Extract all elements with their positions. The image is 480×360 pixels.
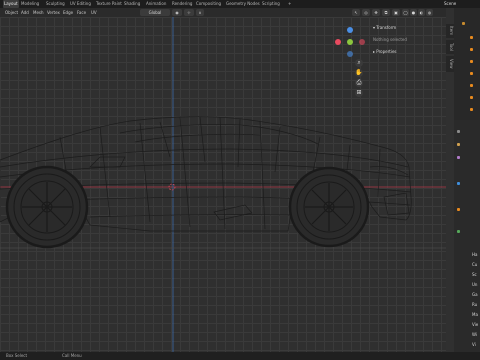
viewport-header: Object Add Mesh Vertex Edge Face UV Glob… (0, 8, 446, 17)
selectability-icon[interactable]: ↖ (352, 9, 360, 16)
menu-object[interactable]: Object (5, 8, 18, 17)
sidebar-tab-tool[interactable]: Tool (446, 40, 454, 54)
tab-uv-editing[interactable]: UV Editing (70, 0, 91, 8)
neg-x-axis-gizmo[interactable] (359, 39, 365, 45)
status-bar: Box Select Call Menu (0, 352, 480, 360)
tab-shading[interactable]: Shading (124, 0, 140, 8)
xray-icon[interactable]: ▣ (392, 9, 400, 16)
sidebar-tab-view[interactable]: View (446, 56, 454, 72)
prop-row[interactable]: Ha (472, 252, 477, 257)
object-icon[interactable] (470, 60, 473, 63)
gizmo-toggle-icon[interactable]: ✥ (372, 9, 380, 16)
3d-viewport[interactable]: ▾ Transform Nothing selected ▸ Propertie… (0, 17, 446, 352)
overlays-icon[interactable]: ⧉ (382, 9, 390, 16)
transform-orientation-dropdown[interactable]: Global (140, 9, 170, 16)
prop-row[interactable]: Vi (472, 342, 476, 347)
rear-wheel (5, 165, 89, 249)
tab-rendering[interactable]: Rendering (172, 0, 192, 8)
output-tab-icon[interactable] (457, 156, 460, 159)
y-axis-gizmo[interactable] (347, 39, 353, 45)
z-axis-gizmo[interactable] (347, 27, 353, 33)
hand-icon[interactable]: ✋ (355, 69, 363, 77)
prop-row[interactable]: Vie (472, 322, 478, 327)
transform-panel-note: Nothing selected (373, 37, 407, 42)
workspace-tabbar: Layout Modeling Sculpting UV Editing Tex… (0, 0, 480, 8)
collection-icon[interactable] (462, 22, 465, 25)
tab-compositing[interactable]: Compositing (196, 0, 221, 8)
prop-row[interactable]: Ma (472, 312, 478, 317)
menu-vertex[interactable]: Vertex (47, 8, 60, 17)
shading-material-icon[interactable]: ◐ (418, 9, 425, 16)
object-tab-icon[interactable] (457, 208, 460, 211)
menu-mesh[interactable]: Mesh (33, 8, 44, 17)
neg-z-axis-gizmo[interactable] (347, 51, 353, 57)
tab-geometry-nodes[interactable]: Geometry Nodes (226, 0, 260, 8)
add-workspace-button[interactable]: + (288, 0, 291, 8)
tab-scripting[interactable]: Scripting (262, 0, 280, 8)
camera-icon[interactable]: ⎙ (355, 79, 363, 87)
tool-tab-icon[interactable] (457, 130, 460, 133)
pivot-icon[interactable]: ◉ (172, 9, 182, 16)
transform-panel-title[interactable]: ▾ Transform (373, 25, 396, 30)
prop-row[interactable]: Ru (472, 302, 477, 307)
object-icon[interactable] (470, 84, 473, 87)
grid-icon[interactable]: ⊞ (355, 89, 363, 97)
orientation-label: Global (148, 10, 162, 15)
sidebar-tab-item[interactable]: Item (446, 24, 454, 38)
properties-panel-title[interactable]: ▸ Properties (373, 49, 397, 54)
tab-modeling[interactable]: Modeling (21, 0, 39, 8)
x-axis-gizmo[interactable] (335, 39, 341, 45)
prop-row[interactable]: Cu (472, 262, 477, 267)
magnifier-icon[interactable]: ⌕ (355, 59, 363, 67)
snap-icon[interactable]: ⊹ (184, 9, 194, 16)
status-box-select: Box Select (6, 353, 28, 358)
tab-animation[interactable]: Animation (146, 0, 166, 8)
menu-edge[interactable]: Edge (63, 8, 73, 17)
tab-layout[interactable]: Layout (3, 0, 19, 8)
modifier-tab-icon[interactable] (457, 230, 460, 233)
properties-editor[interactable] (454, 120, 480, 352)
proportional-edit-icon[interactable]: ∧ (196, 9, 204, 16)
viewport-canvas (0, 17, 446, 352)
scene-selector[interactable]: Scene (444, 0, 456, 8)
object-icon[interactable] (470, 96, 473, 99)
object-icon[interactable] (470, 36, 473, 39)
prop-row[interactable]: Wi (472, 332, 477, 337)
status-call-menu: Call Menu (62, 353, 82, 358)
visibility-icon[interactable]: ◎ (362, 9, 370, 16)
shading-wireframe-icon[interactable]: ◯ (402, 9, 409, 16)
menu-uv[interactable]: UV (91, 8, 97, 17)
front-wheel (288, 166, 370, 248)
object-icon[interactable] (470, 48, 473, 51)
render-tab-icon[interactable] (457, 143, 460, 146)
scene-tab-icon[interactable] (457, 182, 460, 185)
outliner-panel[interactable] (454, 8, 480, 120)
shading-solid-icon[interactable]: ● (410, 9, 417, 16)
prop-row[interactable]: Ga (472, 292, 478, 297)
tab-texture-paint[interactable]: Texture Paint (96, 0, 122, 8)
prop-row[interactable]: Sc (472, 272, 477, 277)
menu-face[interactable]: Face (77, 8, 86, 17)
object-icon[interactable] (470, 72, 473, 75)
menu-add[interactable]: Add (21, 8, 29, 17)
prop-row[interactable]: Un (472, 282, 477, 287)
object-icon[interactable] (470, 108, 473, 111)
tab-sculpting[interactable]: Sculpting (46, 0, 65, 8)
shading-rendered-icon[interactable]: ◍ (426, 9, 433, 16)
